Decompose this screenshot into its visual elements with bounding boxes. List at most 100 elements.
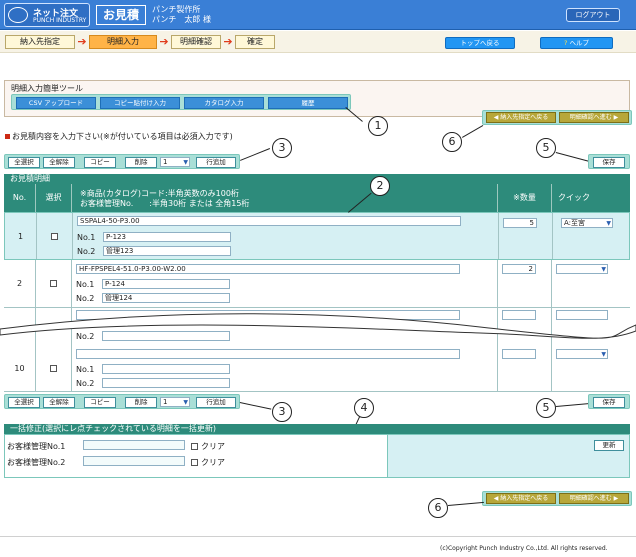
- customer-no1-input[interactable]: P-123: [103, 232, 231, 242]
- bottom-nav-buttons: ◀ 納入先指定へ戻る 明細確認へ進む ▶: [482, 491, 632, 506]
- table-header: No. 選択 ※商品(カタログ)コード:半角英数のみ100桁 お客様管理No. …: [4, 184, 630, 212]
- row-checkbox[interactable]: [50, 280, 57, 287]
- quantity-input[interactable]: 2: [502, 264, 536, 274]
- callout-line: [239, 402, 272, 410]
- step-finalize: 確定: [235, 35, 275, 49]
- quick-select[interactable]: A:至宮 ▼: [561, 218, 613, 228]
- callout-3: 3: [272, 402, 292, 422]
- catalog-input-button[interactable]: カタログ入力: [184, 97, 264, 109]
- product-code-input[interactable]: SSPAL4-50-P3.00: [77, 216, 461, 226]
- callout-line: [240, 148, 271, 161]
- no1-label: No.1: [76, 280, 95, 289]
- step-arrow-icon: ➔: [223, 35, 233, 48]
- back-to-top-button[interactable]: トップへ戻る: [445, 37, 515, 49]
- clear2-label: クリア: [201, 458, 225, 467]
- callout-4: 4: [354, 398, 374, 418]
- table-row: 10 No.1 No.2 ▼: [4, 345, 630, 392]
- bulk-no2-input[interactable]: [83, 456, 185, 466]
- company-name: パンチ製作所: [152, 5, 201, 14]
- row-checkbox[interactable]: [50, 365, 57, 372]
- no1-label: No.1: [76, 365, 95, 374]
- product-code-input[interactable]: [76, 349, 460, 359]
- update-button[interactable]: 更新: [594, 440, 624, 451]
- row-number: 1: [5, 213, 37, 259]
- bulk-no1-input[interactable]: [83, 440, 185, 450]
- app-header: ネット注文 PUNCH INDUSTRY お見積 パンチ製作所 パンチ 太郎 様…: [0, 0, 636, 30]
- no2-label: No.2: [76, 294, 95, 303]
- clear1-label: クリア: [201, 442, 225, 451]
- row-select-cell: [36, 345, 72, 391]
- step-bar: 納入先指定 ➔ 明細入力 ➔ 明細確認 ➔ 確定 トップへ戻る ? ヘルプ: [0, 31, 636, 53]
- customer-no1-input[interactable]: [102, 364, 230, 374]
- proceed-to-confirm-button[interactable]: 明細確認へ進む ▶: [559, 112, 629, 123]
- csv-upload-button[interactable]: CSV アップロード: [16, 97, 96, 109]
- quick-select[interactable]: ▼: [556, 349, 608, 359]
- save-button[interactable]: 保存: [593, 157, 625, 168]
- select-all-button[interactable]: 全選択: [8, 397, 40, 408]
- help-icon: ?: [563, 39, 568, 47]
- customer-no2-input[interactable]: 管理123: [103, 246, 231, 256]
- row-number: 2: [4, 260, 36, 307]
- history-button[interactable]: 履歴: [268, 97, 348, 109]
- quick-select[interactable]: ▼: [556, 264, 608, 274]
- delete-button[interactable]: 削除: [125, 157, 157, 168]
- back-to-delivery-button[interactable]: ◀ 納入先指定へ戻る: [486, 493, 556, 504]
- chevron-down-icon: ▼: [601, 351, 606, 358]
- product-code-input[interactable]: HF-FPSPEL4-51.0-P3.00-W2.00: [76, 264, 460, 274]
- instruction-text: お見積内容を入力下さい(※が付いている項目は必須入力です): [5, 131, 233, 142]
- callout-line: [448, 501, 484, 506]
- deselect-all-button[interactable]: 全解除: [43, 397, 75, 408]
- quantity-input[interactable]: [502, 349, 536, 359]
- callout-3: 3: [272, 138, 292, 158]
- bulk-edit-title: 一括修正(選択にレ点チェックされている明細を一括更新): [4, 424, 630, 434]
- row-ops-group-bottom: 全選択 全解除 コピー 削除 1 ▼ 行追加: [4, 394, 240, 409]
- add-row-button[interactable]: 行追加: [196, 157, 236, 168]
- callout-line: [462, 125, 484, 138]
- logout-button[interactable]: ログアウト: [566, 8, 620, 22]
- save-button[interactable]: 保存: [593, 397, 625, 408]
- customer-no1-input[interactable]: P-124: [102, 279, 230, 289]
- copy-button[interactable]: コピー: [84, 397, 116, 408]
- callout-6: 6: [428, 498, 448, 518]
- help-button[interactable]: ? ヘルプ: [540, 37, 613, 49]
- no2-label: No.2: [76, 379, 95, 388]
- row-count-select[interactable]: 1 ▼: [160, 397, 190, 407]
- user-name: パンチ 太郎 様: [152, 15, 211, 24]
- row-code-cell: SSPAL4-50-P3.00 No.1 P-123 No.2 管理123: [73, 213, 499, 259]
- clear1-checkbox[interactable]: [191, 443, 198, 450]
- tools-button-group: CSV アップロード コピー貼付け入力 カタログ入力 履歴: [11, 94, 351, 110]
- deselect-all-button[interactable]: 全解除: [43, 157, 75, 168]
- row-number: 10: [4, 345, 36, 391]
- brand-logo: ネット注文 PUNCH INDUSTRY: [4, 3, 90, 27]
- omitted-rows-break: [0, 313, 636, 339]
- back-to-delivery-button[interactable]: ◀ 納入先指定へ戻る: [486, 112, 556, 123]
- bulk-update-area: 更新: [387, 435, 629, 477]
- row-qty-cell: 2: [498, 260, 552, 307]
- customer-no2-input[interactable]: [102, 378, 230, 388]
- select-all-button[interactable]: 全選択: [8, 157, 40, 168]
- clear2-checkbox[interactable]: [191, 459, 198, 466]
- proceed-to-confirm-button[interactable]: 明細確認へ進む ▶: [559, 493, 629, 504]
- delete-button[interactable]: 削除: [125, 397, 157, 408]
- row-select-cell: [36, 260, 72, 307]
- user-info: パンチ製作所 パンチ 太郎 様: [152, 5, 211, 25]
- estimate-section-title: お見積明細: [4, 174, 630, 184]
- logo-sub: PUNCH INDUSTRY: [33, 17, 87, 24]
- col-quick: クイック: [558, 193, 590, 202]
- chevron-down-icon: ▼: [601, 266, 606, 273]
- copy-button[interactable]: コピー: [84, 157, 116, 168]
- callout-5: 5: [536, 398, 556, 418]
- row-quick-cell: ▼: [552, 260, 630, 307]
- row-qty-cell: 5: [499, 213, 553, 259]
- col-code: ※商品(カタログ)コード:半角英数のみ100桁 お客様管理No. :半角30桁 …: [72, 184, 498, 212]
- row-count-select[interactable]: 1 ▼: [160, 157, 190, 167]
- table-row: 1 SSPAL4-50-P3.00 No.1 P-123 No.2 管理123 …: [4, 212, 630, 260]
- row-qty-cell: [498, 345, 552, 391]
- customer-no2-input[interactable]: 管理124: [102, 293, 230, 303]
- quantity-input[interactable]: 5: [503, 218, 537, 228]
- row-checkbox[interactable]: [51, 233, 58, 240]
- copy-paste-input-button[interactable]: コピー貼付け入力: [100, 97, 180, 109]
- add-row-button[interactable]: 行追加: [196, 397, 236, 408]
- callout-line: [555, 152, 589, 162]
- callout-6: 6: [442, 132, 462, 152]
